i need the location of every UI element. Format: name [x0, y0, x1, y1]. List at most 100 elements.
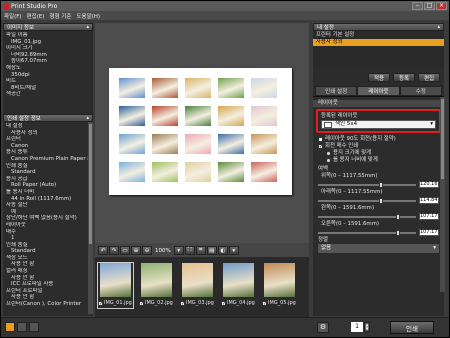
minimize-button[interactable]: –: [412, 2, 423, 10]
slider-handle[interactable]: [396, 213, 401, 220]
fullscreen-icon[interactable]: ⛶: [184, 246, 195, 255]
layout-section-header[interactable]: 레이아웃: [313, 100, 444, 107]
filmstrip-checkbox[interactable]: ✓: [180, 300, 185, 306]
zoom-dropdown-icon[interactable]: ▾: [173, 246, 184, 255]
margin-slider[interactable]: [318, 213, 416, 220]
zoom-out-icon[interactable]: ⊖: [142, 246, 152, 255]
menu-help[interactable]: 도움말(H): [76, 12, 100, 20]
radio-width-option[interactable]: 롤 용지 너비에 맞게: [318, 157, 439, 164]
layout-photo-thumbnail[interactable]: [185, 134, 211, 154]
copies-stepper[interactable]: ▲ ▼: [364, 322, 370, 332]
fit-option[interactable]: ✓ 회전 매수 인쇄: [318, 143, 439, 150]
margin-slider[interactable]: [318, 229, 416, 236]
print-info-scrollbar[interactable]: [88, 122, 93, 314]
filmstrip-checkbox[interactable]: ✓: [262, 300, 267, 306]
rotate-right-icon[interactable]: ↷: [109, 246, 119, 255]
filmstrip-checkbox[interactable]: ✓: [98, 300, 103, 306]
layout-photo-thumbnail[interactable]: [218, 78, 244, 98]
filmstrip-thumbnail[interactable]: [141, 263, 172, 297]
radio-width[interactable]: [326, 158, 331, 163]
print-button[interactable]: 인쇄: [390, 321, 434, 334]
apply-button[interactable]: 적용: [368, 73, 390, 82]
layout-photo-thumbnail[interactable]: [185, 162, 211, 182]
margin-slider[interactable]: [318, 181, 416, 188]
layout-photo-thumbnail[interactable]: [251, 162, 277, 182]
layout-photo-thumbnail[interactable]: [152, 78, 178, 98]
copies-input[interactable]: 1: [351, 322, 363, 332]
tab-correction[interactable]: 수정: [399, 86, 442, 96]
fit-checkbox[interactable]: ✓: [318, 144, 323, 150]
right-scrollbar[interactable]: [440, 97, 445, 292]
fit-icon[interactable]: ▭: [120, 246, 130, 255]
filmstrip-checkbox[interactable]: ✓: [221, 300, 226, 306]
zoom-in-icon[interactable]: ⊕: [131, 246, 141, 255]
zoom-level[interactable]: 100%: [153, 248, 173, 254]
layout-photo-thumbnail[interactable]: [185, 78, 211, 98]
tab-layout[interactable]: 레이아웃: [357, 86, 400, 96]
layout-photo-thumbnail[interactable]: [218, 106, 244, 126]
rotate-left-icon[interactable]: ↶: [98, 246, 108, 255]
print-info-header[interactable]: 인쇄 설정 정보 ▴: [3, 114, 93, 122]
layout-photo-thumbnail[interactable]: [119, 78, 145, 98]
filmstrip-thumbnail[interactable]: [264, 263, 295, 297]
filmstrip-item[interactable]: ✓ IMG_04.jpg: [221, 263, 256, 308]
maximize-button[interactable]: □: [424, 2, 435, 10]
slider-handle[interactable]: [396, 229, 401, 236]
slider-handle[interactable]: [378, 197, 383, 204]
layout-photo-thumbnail[interactable]: [185, 106, 211, 126]
color-icon[interactable]: ◐: [217, 246, 228, 255]
align-select[interactable]: 없음 ▾: [318, 244, 439, 253]
register-button[interactable]: 등록: [393, 73, 415, 82]
filmstrip-item[interactable]: ✓ IMG_03.jpg: [180, 263, 215, 308]
rotate-option[interactable]: 레이아웃 90도 회전(용지 절약): [318, 136, 439, 143]
filmstrip-item[interactable]: ✓ IMG_01.jpg: [97, 262, 134, 309]
view-dual-icon[interactable]: [29, 322, 39, 332]
rotate-checkbox[interactable]: [318, 137, 323, 142]
my-settings-header[interactable]: 내 설정 ▴: [313, 23, 444, 31]
layout-photo-thumbnail[interactable]: [218, 162, 244, 182]
layout-photo-thumbnail[interactable]: [152, 162, 178, 182]
layout-photo-thumbnail[interactable]: [152, 134, 178, 154]
gear-icon[interactable]: ⚙: [317, 322, 329, 333]
tab-print-settings[interactable]: 인쇄 설정: [315, 86, 358, 96]
layout-photo-thumbnail[interactable]: [218, 134, 244, 154]
crop-icon[interactable]: ⌗: [195, 246, 206, 255]
edit-button[interactable]: 편집: [418, 73, 440, 82]
margin-value-input[interactable]: 120.16: [419, 181, 439, 188]
layout-photo-thumbnail[interactable]: [119, 106, 145, 126]
print-preview-page[interactable]: [109, 68, 292, 195]
filmstrip-thumbnail[interactable]: [182, 263, 213, 297]
settings-icon[interactable]: ▾: [228, 246, 239, 255]
margin-value-input[interactable]: 114.84: [419, 197, 439, 204]
settings-list-item[interactable]: 프린터 기본 설정: [316, 32, 441, 39]
layout-photo-thumbnail[interactable]: [119, 134, 145, 154]
filmstrip-item[interactable]: ✓ IMG_02.jpg: [139, 263, 174, 308]
margin-value-input[interactable]: 107.17: [419, 213, 439, 220]
page-icon[interactable]: ▤: [206, 246, 217, 255]
margin-value-input[interactable]: 107.17: [419, 229, 439, 236]
settings-list-item[interactable]: 사용자 정의: [313, 39, 444, 46]
scrollbar-thumb[interactable]: [441, 99, 444, 179]
slider-handle[interactable]: [378, 181, 383, 188]
filmstrip-thumbnail[interactable]: [223, 263, 254, 297]
layout-select[interactable]: 색인 5x4 ▾: [321, 120, 436, 129]
layout-photo-thumbnail[interactable]: [251, 78, 277, 98]
view-single-icon[interactable]: [5, 322, 15, 332]
filmstrip-item[interactable]: ✓ IMG_05.jpg: [262, 263, 297, 308]
menu-edit[interactable]: 편집(E): [27, 12, 45, 20]
image-info-header[interactable]: 이미지 정보 ▴: [3, 23, 93, 31]
radio-size-option[interactable]: 용지 크기에 맞게: [318, 150, 439, 157]
close-button[interactable]: ×: [436, 2, 447, 10]
menu-view[interactable]: 형형 기준: [49, 12, 71, 20]
layout-photo-thumbnail[interactable]: [251, 134, 277, 154]
filmstrip-thumbnail[interactable]: [100, 263, 131, 297]
margin-slider[interactable]: [318, 197, 416, 204]
view-split-icon[interactable]: [17, 322, 27, 332]
radio-size[interactable]: [326, 151, 331, 156]
layout-photo-thumbnail[interactable]: [119, 162, 145, 182]
filmstrip-checkbox[interactable]: ✓: [139, 300, 144, 306]
layout-photo-thumbnail[interactable]: [152, 106, 178, 126]
layout-photo-thumbnail[interactable]: [251, 106, 277, 126]
scrollbar-thumb[interactable]: [89, 124, 92, 244]
menu-file[interactable]: 파일(F): [4, 12, 22, 20]
